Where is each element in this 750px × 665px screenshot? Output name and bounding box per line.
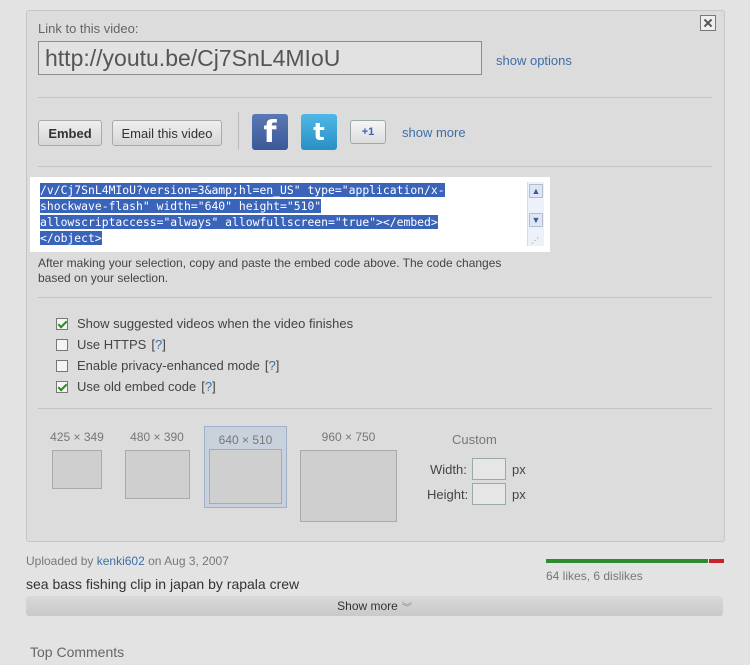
embed-code-line: </object> (40, 231, 102, 245)
checkbox[interactable] (56, 380, 68, 393)
embed-code-box[interactable]: /v/Cj7SnL4MIoU?version=3&amp;hl=en_US" t… (30, 177, 550, 252)
link-label: Link to this video: (38, 21, 139, 36)
help-line: After making your selection, copy and pa… (38, 256, 502, 270)
size-option-960[interactable]: 960 × 750 (300, 430, 397, 522)
likes-count: 64 likes, 6 dislikes (546, 569, 643, 583)
double-chevron-down-icon: ︾ (401, 602, 412, 614)
size-option-425[interactable]: 425 × 349 (44, 430, 110, 489)
option-label: Show suggested videos when the video fin… (77, 316, 354, 331)
height-unit: px (512, 487, 526, 502)
show-more-button[interactable]: Show more ︾ (26, 596, 723, 616)
upload-date: on Aug 3, 2007 (148, 554, 229, 568)
likes-bar (546, 559, 708, 563)
video-url-field[interactable] (38, 41, 482, 75)
top-comments-heading: Top Comments (30, 644, 125, 660)
help-link[interactable]: ? (268, 358, 275, 373)
custom-width-input[interactable] (472, 458, 506, 480)
option-label: Use HTTPS (77, 337, 147, 352)
option-old-embed-code[interactable]: Use old embed code [?] (56, 379, 216, 394)
video-title: sea bass fishing clip in japan by rapala… (26, 576, 300, 592)
width-unit: px (512, 462, 526, 477)
embed-code-text[interactable]: /v/Cj7SnL4MIoU?version=3&amp;hl=en_US" t… (40, 182, 530, 246)
option-label: Use old embed code (77, 379, 197, 394)
size-label: 425 × 349 (50, 430, 104, 444)
size-preview[interactable] (300, 450, 397, 522)
show-more-social-link[interactable]: show more (402, 125, 466, 140)
show-more-label: Show more (337, 599, 398, 613)
width-label: Width: (430, 462, 467, 477)
size-preview[interactable] (125, 450, 190, 499)
checkbox[interactable] (56, 359, 68, 372)
checkbox[interactable] (56, 338, 68, 351)
uploader-link[interactable]: kenki602 (97, 554, 145, 568)
height-label: Height: (427, 487, 469, 502)
twitter-icon[interactable]: t (301, 114, 337, 150)
facebook-icon[interactable]: f (252, 114, 288, 150)
size-option-640[interactable]: 640 × 510 (204, 426, 287, 508)
embed-scrollbar[interactable]: ▲ ▼ ⋰ (527, 182, 544, 246)
separator (238, 112, 239, 150)
embed-code-line: shockwave-flash" width="640" height="510… (40, 199, 322, 213)
checkbox[interactable] (56, 317, 68, 330)
size-preview[interactable] (209, 449, 282, 504)
divider (38, 97, 712, 98)
close-icon[interactable] (700, 15, 716, 31)
divider (38, 297, 712, 298)
size-label: 480 × 390 (130, 430, 184, 444)
show-options-link[interactable]: show options (496, 53, 572, 68)
option-use-https[interactable]: Use HTTPS [?] (56, 337, 166, 352)
uploaded-prefix: Uploaded by (26, 554, 94, 568)
option-suggested-videos[interactable]: Show suggested videos when the video fin… (56, 316, 353, 331)
scroll-down-icon[interactable]: ▼ (529, 213, 543, 227)
size-label: 960 × 750 (321, 430, 376, 444)
custom-size-title: Custom (452, 432, 497, 447)
option-label: Enable privacy-enhanced mode (77, 358, 260, 373)
like-dislike-bar (546, 559, 724, 563)
divider (38, 166, 712, 167)
email-video-button[interactable]: Email this video (112, 120, 222, 146)
resize-grip-icon[interactable]: ⋰ (531, 236, 539, 245)
embed-code-line: /v/Cj7SnL4MIoU?version=3&amp;hl=en_US" t… (40, 183, 445, 197)
help-link[interactable]: ? (155, 337, 162, 352)
size-preview[interactable] (52, 450, 102, 489)
google-plus-one-icon[interactable]: +1 (350, 120, 386, 144)
embed-button[interactable]: Embed (38, 120, 102, 146)
scroll-up-icon[interactable]: ▲ (529, 184, 543, 198)
upload-info: Uploaded by kenki602 on Aug 3, 2007 (26, 554, 229, 568)
help-link[interactable]: ? (205, 379, 212, 394)
size-label: 640 × 510 (218, 433, 273, 447)
custom-height-input[interactable] (472, 483, 506, 505)
embed-help-text: After making your selection, copy and pa… (38, 256, 501, 286)
embed-code-line: allowscriptaccess="always" allowfullscre… (40, 215, 438, 229)
option-privacy-mode[interactable]: Enable privacy-enhanced mode [?] (56, 358, 279, 373)
size-option-480[interactable]: 480 × 390 (124, 430, 190, 499)
divider (38, 408, 712, 409)
help-line: based on your selection. (38, 271, 169, 285)
dislikes-bar (709, 559, 724, 563)
